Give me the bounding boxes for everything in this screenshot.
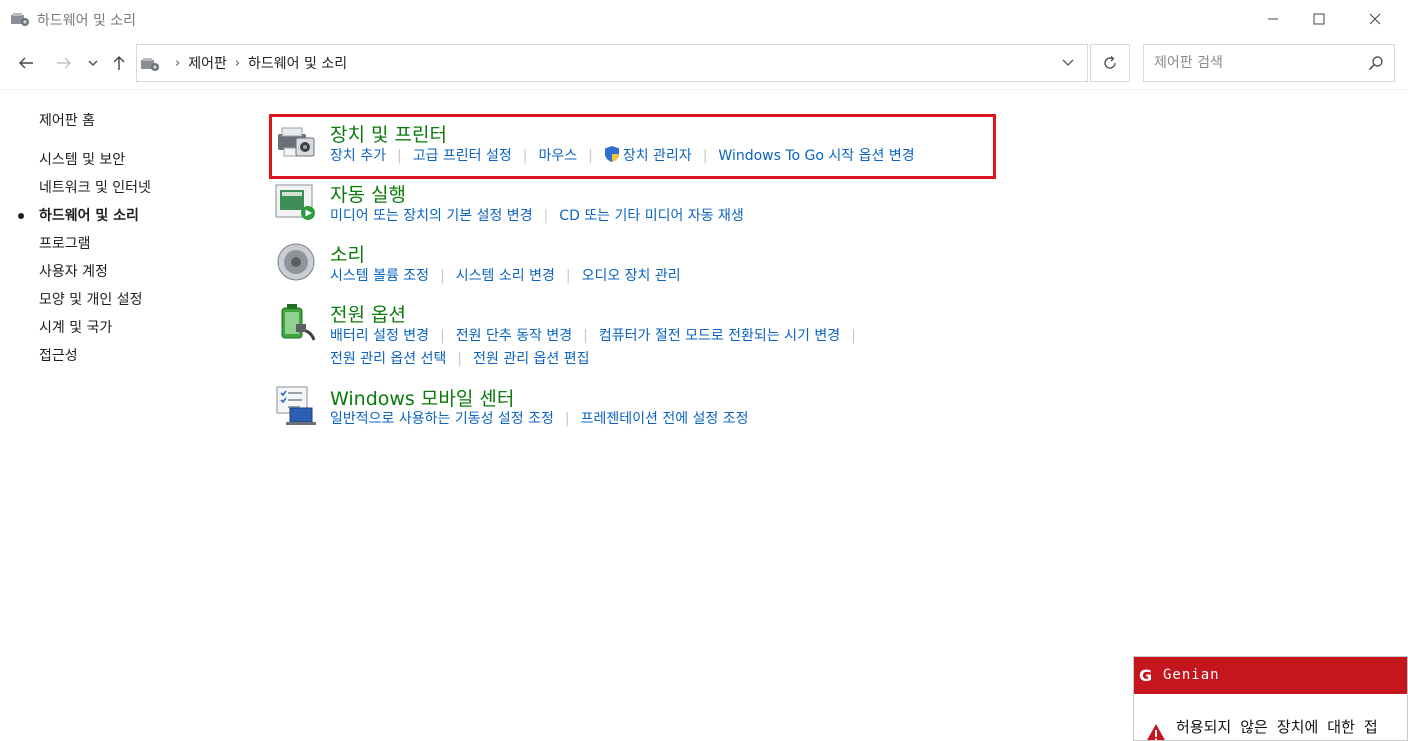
- search-input[interactable]: [1144, 45, 1359, 81]
- link-adjust-system-volume[interactable]: 시스템 볼륨 조정: [330, 268, 429, 284]
- sidebar-item-ease-of-access[interactable]: 접근성: [39, 346, 151, 374]
- back-button[interactable]: [13, 50, 39, 76]
- arrow-up-icon: [113, 56, 125, 70]
- search-icon[interactable]: [1368, 55, 1384, 71]
- category-title[interactable]: 전원 옵션: [330, 300, 406, 327]
- navigation-bar: › 제어판 › 하드웨어 및 소리: [0, 38, 1408, 90]
- link-change-sleep-time[interactable]: 컴퓨터가 절전 모드로 전환되는 시기 변경: [599, 328, 840, 344]
- category-title[interactable]: 소리: [330, 240, 365, 267]
- breadcrumb: › 제어판 › 하드웨어 및 소리: [167, 45, 347, 81]
- link-change-system-sounds[interactable]: 시스템 소리 변경: [456, 268, 555, 284]
- link-adjust-mobility-settings[interactable]: 일반적으로 사용하는 기동성 설정 조정: [330, 411, 554, 427]
- sidebar-control-panel-home[interactable]: 제어판 홈: [39, 110, 95, 130]
- link-play-cds-automatically[interactable]: CD 또는 기타 미디어 자동 재생: [559, 208, 744, 224]
- category-links: 시스템 볼륨 조정 | 시스템 소리 변경 | 오디오 장치 관리: [330, 265, 681, 285]
- arrow-right-icon: [57, 57, 71, 69]
- divider: |: [851, 328, 856, 344]
- maximize-icon: [1313, 13, 1325, 25]
- sidebar-item-user-accounts[interactable]: 사용자 계정: [39, 262, 151, 290]
- up-button[interactable]: [106, 50, 132, 76]
- refresh-button[interactable]: [1090, 44, 1130, 82]
- link-adjust-presentation-settings[interactable]: 프레젠테이션 전에 설정 조정: [581, 411, 749, 427]
- divider: |: [457, 351, 463, 367]
- battery-icon: [281, 304, 316, 341]
- window-title: 하드웨어 및 소리: [37, 13, 137, 29]
- hardware-sound-icon: [11, 13, 29, 26]
- divider: |: [565, 268, 571, 284]
- divider: |: [543, 208, 549, 224]
- chevron-right-icon[interactable]: ›: [235, 56, 240, 71]
- autoplay-icon: [275, 184, 315, 220]
- link-change-battery-settings[interactable]: 배터리 설정 변경: [330, 328, 429, 344]
- notification-message: 허용되지 않은 장치에 대한 접: [1176, 718, 1378, 736]
- chevron-down-icon: [1062, 59, 1074, 66]
- divider: |: [583, 328, 588, 344]
- category-links: 미디어 또는 장치의 기본 설정 변경 | CD 또는 기타 미디어 자동 재생: [330, 205, 744, 225]
- link-choose-power-plan[interactable]: 전원 관리 옵션 선택: [330, 351, 446, 367]
- sidebar-item-hardware-sound[interactable]: 하드웨어 및 소리: [18, 206, 151, 234]
- refresh-icon: [1104, 55, 1116, 69]
- sidebar-item-network-internet[interactable]: 네트워크 및 인터넷: [39, 178, 151, 206]
- recent-locations-button[interactable]: [83, 50, 103, 76]
- notification-header: G Genian: [1134, 657, 1407, 694]
- highlight-box: [269, 114, 996, 179]
- sidebar-list: 시스템 및 보안 네트워크 및 인터넷 하드웨어 및 소리 프로그램 사용자 계…: [18, 150, 151, 374]
- divider: |: [564, 411, 570, 427]
- close-icon: [1369, 13, 1381, 25]
- genian-notification[interactable]: G Genian 허용되지 않은 장치에 대한 접: [1133, 656, 1408, 741]
- genian-brand: Genian: [1163, 667, 1220, 683]
- link-manage-audio-devices[interactable]: 오디오 장치 관리: [582, 268, 681, 284]
- arrow-left-icon: [19, 57, 33, 69]
- close-button[interactable]: [1352, 0, 1398, 38]
- control-panel-window: 하드웨어 및 소리 › 제어판 › 하드웨어 및 소리 제어판 검색 제어판 홈…: [0, 0, 1408, 741]
- link-change-power-buttons[interactable]: 전원 단추 동작 변경: [456, 328, 572, 344]
- link-change-default-settings[interactable]: 미디어 또는 장치의 기본 설정 변경: [330, 208, 533, 224]
- sidebar-item-programs[interactable]: 프로그램: [39, 234, 151, 262]
- sidebar-item-clock-region[interactable]: 시계 및 국가: [39, 318, 151, 346]
- category-links: 일반적으로 사용하는 기동성 설정 조정 | 프레젠테이션 전에 설정 조정: [330, 408, 749, 428]
- forward-button[interactable]: [51, 50, 77, 76]
- mobility-center-icon: [276, 386, 316, 425]
- genian-logo: G: [1139, 666, 1153, 685]
- chevron-down-icon: [88, 60, 98, 66]
- category-title[interactable]: Windows 모바일 센터: [330, 384, 514, 411]
- address-bar[interactable]: › 제어판 › 하드웨어 및 소리: [136, 44, 1088, 82]
- minimize-button[interactable]: [1250, 0, 1296, 38]
- link-edit-power-plan[interactable]: 전원 관리 옵션 편집: [473, 351, 589, 367]
- category-links: 배터리 설정 변경 | 전원 단추 동작 변경 | 컴퓨터가 절전 모드로 전환되는 시…: [330, 325, 867, 345]
- search-box[interactable]: [1143, 44, 1395, 82]
- hardware-sound-icon: [141, 58, 159, 71]
- maximize-button[interactable]: [1296, 0, 1342, 38]
- title-bar: 하드웨어 및 소리: [0, 0, 1408, 38]
- address-dropdown-button[interactable]: [1057, 44, 1079, 82]
- divider: |: [440, 268, 445, 284]
- category-title[interactable]: 자동 실행: [330, 180, 406, 207]
- warning-icon: [1147, 724, 1165, 740]
- minimize-icon: [1268, 18, 1278, 20]
- breadcrumb-control-panel[interactable]: 제어판: [188, 53, 227, 73]
- sidebar-item-system-security[interactable]: 시스템 및 보안: [39, 150, 151, 178]
- category-links-row-2: 전원 관리 옵션 선택 | 전원 관리 옵션 편집: [330, 348, 590, 368]
- chevron-right-icon[interactable]: ›: [175, 56, 180, 71]
- divider: |: [440, 328, 445, 344]
- breadcrumb-hardware-sound[interactable]: 하드웨어 및 소리: [248, 53, 347, 73]
- sidebar-item-appearance[interactable]: 모양 및 개인 설정: [39, 290, 151, 318]
- speaker-icon: [277, 243, 315, 281]
